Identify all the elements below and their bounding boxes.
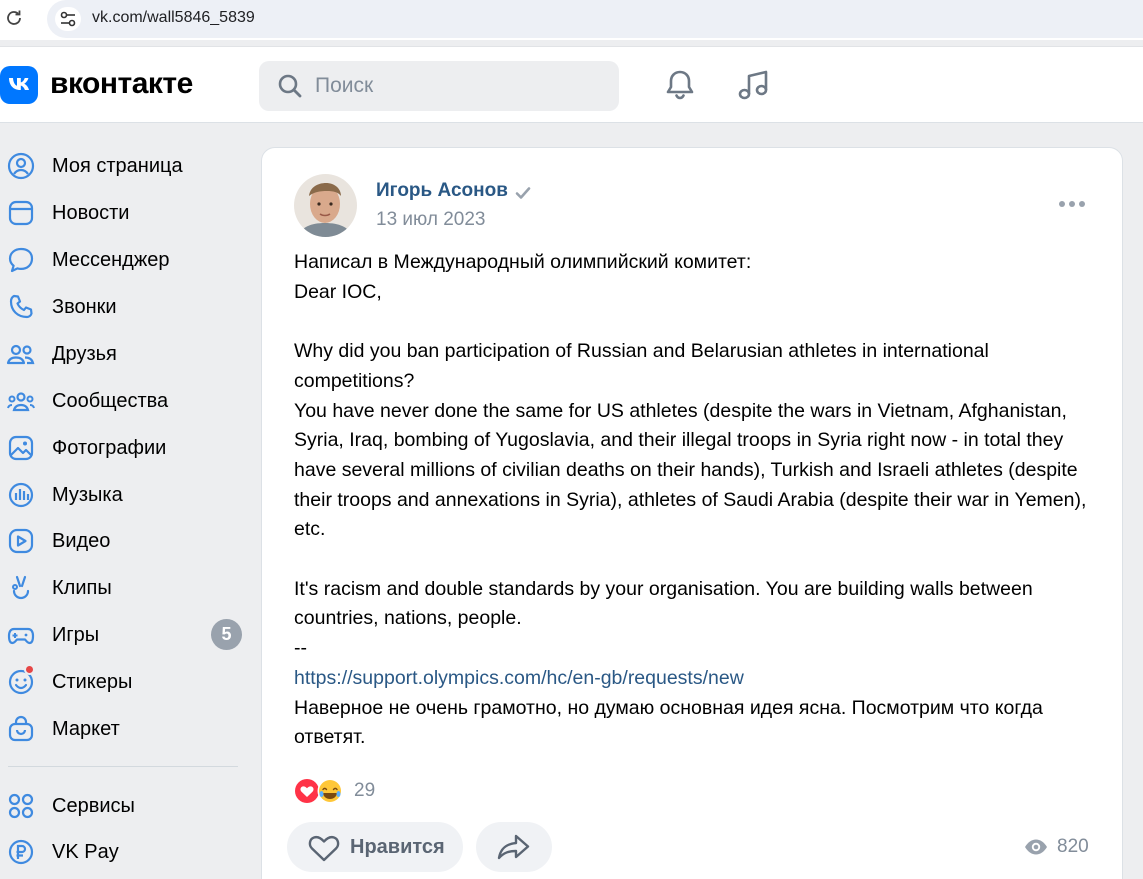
- clips-icon: [12, 575, 30, 600]
- sidebar-divider: [8, 766, 238, 767]
- sidebar-item-label: Сообщества: [52, 390, 169, 412]
- sidebar-item-communities[interactable]: Сообщества: [0, 379, 250, 419]
- sidebar-item-label: Клипы: [52, 577, 112, 599]
- vk-logo-icon[interactable]: [0, 66, 38, 104]
- sidebar-item-label: Сервисы: [52, 795, 135, 817]
- site-header: вконтакте: [0, 47, 1143, 123]
- logo-text[interactable]: вконтакте: [50, 67, 193, 101]
- post-link[interactable]: https://support.olympics.com/hc/en-gb/re…: [294, 664, 1094, 694]
- user-circle-icon: [7, 152, 35, 180]
- sidebar-item-photos[interactable]: Фотографии: [0, 426, 250, 466]
- avatar[interactable]: [294, 174, 357, 237]
- heart-icon: [308, 835, 340, 862]
- site-settings-icon[interactable]: [55, 7, 81, 31]
- communities-icon: [7, 392, 35, 412]
- verified-check-icon: [515, 187, 531, 199]
- notifications-bell-icon[interactable]: [662, 67, 698, 103]
- sidebar-item-label: Мессенджер: [52, 249, 170, 271]
- address-bar[interactable]: vk.com/wall5846_5839: [47, 0, 1143, 38]
- sidebar-item-label: Игры: [52, 624, 100, 646]
- market-icon: [8, 715, 34, 742]
- games-count-badge: 5: [211, 619, 242, 650]
- post-line: Why did you ban participation of Russian…: [294, 340, 989, 392]
- sidebar-item-clips[interactable]: Клипы: [0, 566, 250, 606]
- friends-icon: [6, 344, 35, 365]
- sidebar-item-label: Видео: [52, 530, 111, 552]
- sidebar-item-label: Моя страница: [52, 155, 183, 177]
- sidebar-item-video[interactable]: Видео: [0, 519, 250, 559]
- sidebar-item-stickers[interactable]: Стикеры: [0, 660, 250, 700]
- sidebar-item-friends[interactable]: Друзья: [0, 332, 250, 372]
- ruble-icon: [8, 839, 34, 865]
- post-author-name[interactable]: Игорь Асонов: [376, 180, 508, 202]
- browser-bar: vk.com/wall5846_5839: [0, 0, 1143, 40]
- post-text: Написал в Международный олимпийский коми…: [294, 248, 1094, 753]
- share-button[interactable]: [476, 822, 552, 872]
- sidebar-item-label: Друзья: [52, 343, 117, 365]
- post-date[interactable]: 13 июл 2023: [376, 209, 486, 231]
- post-line: Написал в Международный олимпийский коми…: [294, 251, 752, 273]
- sidebar-item-calls[interactable]: Звонки: [0, 285, 250, 325]
- music-note-icon[interactable]: [736, 67, 772, 103]
- sidebar-item-label: Стикеры: [52, 671, 133, 693]
- sidebar-item-games[interactable]: Игры 5: [0, 613, 250, 653]
- sidebar-item-label: Маркет: [52, 718, 120, 740]
- url-text[interactable]: vk.com/wall5846_5839: [92, 9, 255, 27]
- post-line: [294, 307, 1094, 337]
- sidebar-item-messenger[interactable]: Мессенджер: [0, 238, 250, 278]
- post-line: You have never done the same for US athl…: [294, 399, 1087, 541]
- video-icon: [8, 528, 34, 554]
- new-stickers-dot: [24, 664, 35, 675]
- post-line: --: [294, 637, 307, 660]
- post-line: It's racism and double standards by your…: [294, 577, 1033, 630]
- sidebar-item-label: Новости: [52, 202, 130, 224]
- gamepad-icon: [7, 627, 35, 645]
- sidebar-item-news[interactable]: Новости: [0, 191, 250, 231]
- post-line: Dear IOC,: [294, 280, 382, 303]
- search-box[interactable]: [259, 61, 619, 111]
- reactions-count[interactable]: 29: [354, 780, 375, 802]
- post-line: Наверное не очень грамотно, но думаю осн…: [294, 696, 1043, 749]
- wall-post: Игорь Асонов 13 июл 2023 Написал в Между…: [261, 147, 1123, 879]
- eye-icon: [1025, 839, 1047, 855]
- search-input[interactable]: [315, 61, 605, 111]
- photos-icon: [8, 435, 34, 461]
- sidebar-item-market[interactable]: Маркет: [0, 707, 250, 747]
- search-icon: [278, 74, 302, 98]
- music-icon: [8, 482, 34, 508]
- sidebar-item-label: VK Pay: [52, 841, 119, 863]
- message-icon: [8, 247, 34, 273]
- sidebar-item-vk-pay[interactable]: VK Pay: [0, 830, 250, 870]
- news-icon: [8, 200, 34, 226]
- sidebar-item-services[interactable]: Сервисы: [0, 784, 250, 824]
- like-label: Нравится: [350, 836, 445, 858]
- sidebar-item-label: Фотографии: [52, 437, 167, 459]
- services-icon: [8, 793, 34, 819]
- sidebar-item-my-page[interactable]: Моя страница: [0, 144, 250, 184]
- sidebar-item-music[interactable]: Музыка: [0, 473, 250, 513]
- like-button[interactable]: Нравится: [287, 822, 463, 872]
- sidebar-item-label: Звонки: [52, 296, 117, 318]
- reactions-icons[interactable]: [293, 777, 349, 805]
- post-line: [294, 545, 1094, 575]
- phone-icon: [9, 294, 33, 319]
- reload-icon[interactable]: [4, 8, 24, 28]
- share-icon: [497, 834, 530, 860]
- more-options-icon[interactable]: [1056, 194, 1088, 214]
- views-count: 820: [1057, 836, 1089, 857]
- sidebar-item-label: Музыка: [52, 484, 123, 506]
